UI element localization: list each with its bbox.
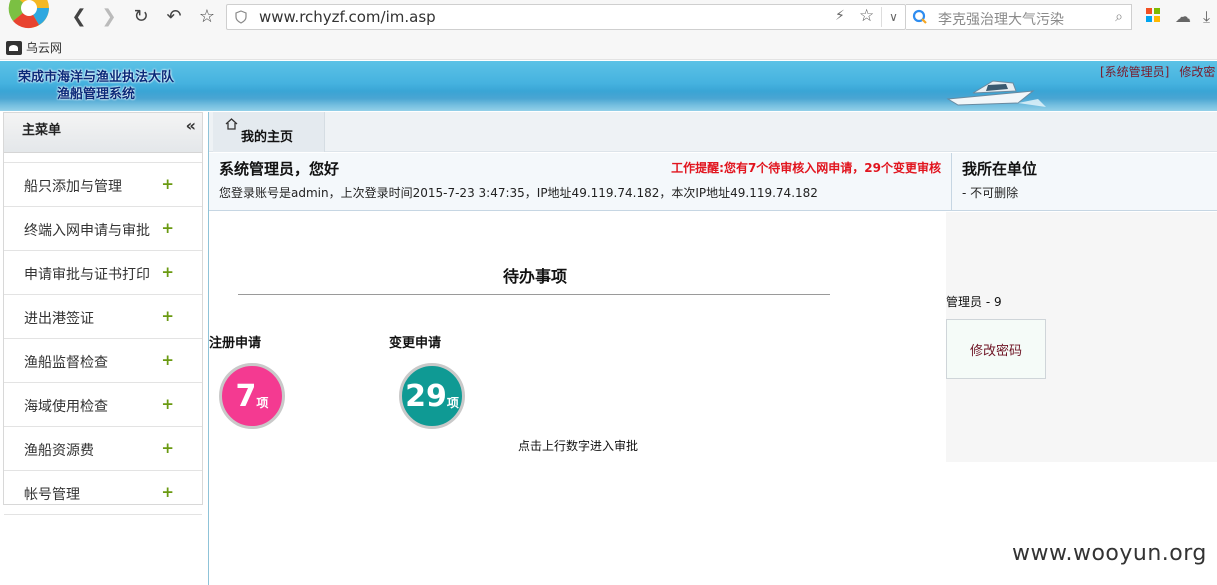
sidebar-title: 主菜单 <box>22 123 62 138</box>
register-unit: 项 <box>256 395 269 410</box>
sidebar-item-label: 船只添加与管理 <box>24 179 122 195</box>
browser-logo-icon[interactable] <box>8 0 50 30</box>
register-apply-label: 注册申请 <box>209 336 262 351</box>
unit-title: 我所在单位 <box>962 160 1038 178</box>
plus-icon: + <box>161 439 174 457</box>
site-banner: 荣成市海洋与渔业执法大队 渔船管理系统 [系统管理员] 修改密 <box>0 61 1217 111</box>
tab-home[interactable]: 我的主页 <box>213 112 325 152</box>
tab-home-label: 我的主页 <box>241 130 294 145</box>
search-placeholder[interactable]: 李克强治理大气污染 <box>938 9 1064 29</box>
sidebar-item-label: 渔船监督检查 <box>24 355 108 371</box>
search-engine-icon <box>912 9 927 24</box>
forward-icon[interactable]: ❯ <box>98 5 120 27</box>
change-apply-label: 变更申请 <box>389 336 442 351</box>
sidebar-item-ship-manage[interactable]: 船只添加与管理 + <box>4 163 202 207</box>
favorite-icon[interactable]: ☆ <box>859 6 874 26</box>
sidebar-gap <box>4 153 202 163</box>
back-icon[interactable]: ❮ <box>68 5 90 27</box>
bookmark-wooyun[interactable]: 乌云网 <box>6 39 62 56</box>
bookmark-label: 乌云网 <box>26 41 63 55</box>
sidebar-item-label: 帐号管理 <box>24 487 80 503</box>
sidebar-item-label: 进出港签证 <box>24 311 94 327</box>
apps-grid-icon[interactable] <box>1146 7 1160 26</box>
login-info: 您登录账号是admin，上次登录时间2015-7-23 3:47:35，IP地址… <box>219 186 818 200</box>
header-links: [系统管理员] 修改密 <box>1100 63 1217 80</box>
sidebar-item-label: 终端入网申请与审批 <box>24 223 150 239</box>
sidebar-item-certificate[interactable]: 申请审批与证书打印 + <box>4 251 202 295</box>
register-count: 7 <box>235 378 257 414</box>
todo-divider <box>238 294 830 295</box>
change-count: 29 <box>405 378 447 414</box>
sidebar-item-port-visa[interactable]: 进出港签证 + <box>4 295 202 339</box>
work-alert[interactable]: 工作提醒:您有7个待审核入网申请，29个变更审核 <box>671 159 941 176</box>
reload-icon[interactable]: ↻ <box>130 5 152 27</box>
wooyun-favicon-icon <box>6 40 22 55</box>
plus-icon: + <box>161 175 174 193</box>
bookmark-star-icon[interactable]: ☆ <box>196 5 218 27</box>
browser-toolbar: ❮ ❯ ↻ ↶ ☆ www.rchyzf.com/im.asp ⚡ ☆ ∨ 李克… <box>0 0 1217 34</box>
admin-count: 管理员 - 9 <box>946 295 1002 309</box>
home-icon <box>225 118 238 130</box>
collapse-icon[interactable]: « <box>186 116 196 135</box>
site-title: 荣成市海洋与渔业执法大队 渔船管理系统 <box>10 69 182 103</box>
sidebar: 主菜单 « 船只添加与管理 + 终端入网申请与审批 + 申请审批与证书打印 + 进出港… <box>3 112 203 515</box>
site-title-line2: 渔船管理系统 <box>56 87 135 102</box>
search-box[interactable]: 李克强治理大气污染 ⌕ <box>906 4 1132 30</box>
welcome-panel: 系统管理员，您好 工作提醒:您有7个待审核入网申请，29个变更审核 您登录账号是… <box>209 153 951 211</box>
watermark: www.wooyun.org <box>1012 541 1207 566</box>
cloud-icon[interactable]: ☁ <box>1175 7 1191 26</box>
lightning-icon[interactable]: ⚡ <box>835 8 845 24</box>
change-password-label: 修改密码 <box>969 343 1022 359</box>
sidebar-item-label: 申请审批与证书打印 <box>24 267 150 283</box>
address-bar[interactable]: www.rchyzf.com/im.asp ⚡ ☆ ∨ <box>226 4 906 30</box>
sidebar-header: 主菜单 « <box>4 113 202 153</box>
sidebar-item-sea-area[interactable]: 海域使用检查 + <box>4 383 202 427</box>
plus-icon: + <box>161 483 174 501</box>
register-count-button[interactable]: 7项 <box>219 363 285 429</box>
sidebar-item-label: 渔船资源费 <box>24 443 94 459</box>
undo-icon[interactable]: ↶ <box>163 5 185 27</box>
edit-password-link[interactable]: 修改密 <box>1179 65 1215 79</box>
plus-icon: + <box>161 263 174 281</box>
todo-title: 待办事项 <box>502 267 567 286</box>
sidebar-item-inspection[interactable]: 渔船监督检查 + <box>4 339 202 383</box>
change-unit: 项 <box>446 395 459 410</box>
speedboat-icon <box>946 80 1046 107</box>
chevron-down-icon[interactable]: ∨ <box>881 7 905 27</box>
site-title-line1: 荣成市海洋与渔业执法大队 <box>17 70 174 85</box>
sidebar-item-accounts[interactable]: 帐号管理 + <box>4 471 202 515</box>
plus-icon: + <box>161 395 174 413</box>
admin-link[interactable]: [系统管理员] <box>1100 65 1169 79</box>
plus-icon: + <box>161 307 174 325</box>
shield-icon <box>235 10 247 24</box>
plus-icon: + <box>161 219 174 237</box>
plus-icon: + <box>161 351 174 369</box>
bookmarks-bar: 乌云网 <box>0 34 1217 60</box>
approval-hint: 点击上行数字进入审批 <box>518 439 639 453</box>
tab-bar: 我的主页 <box>209 112 1217 152</box>
greeting: 系统管理员，您好 <box>219 160 340 178</box>
download-icon[interactable]: ⤓ <box>1203 7 1210 27</box>
sidebar-item-label: 海域使用检查 <box>24 399 108 415</box>
sidebar-item-resource-fee[interactable]: 渔船资源费 + <box>4 427 202 471</box>
change-count-button[interactable]: 29 项 <box>399 363 465 429</box>
change-password-button[interactable]: 修改密码 <box>946 319 1046 379</box>
unit-value: - 不可删除 <box>962 186 1019 200</box>
search-icon[interactable]: ⌕ <box>1115 9 1123 25</box>
unit-panel: 我所在单位 - 不可删除 <box>951 153 1217 211</box>
url-text[interactable]: www.rchyzf.com/im.asp <box>259 8 436 26</box>
sidebar-item-terminal-apply[interactable]: 终端入网申请与审批 + <box>4 207 202 251</box>
